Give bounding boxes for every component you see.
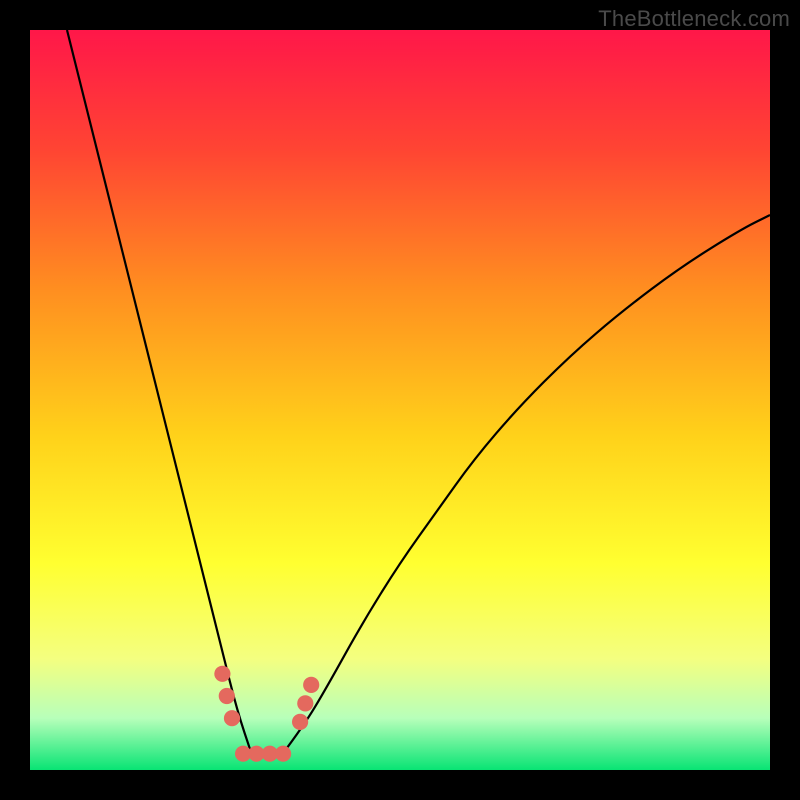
gradient-background <box>30 30 770 770</box>
plot-area <box>30 30 770 770</box>
watermark-text: TheBottleneck.com <box>598 6 790 32</box>
bottleneck-chart <box>30 30 770 770</box>
data-marker <box>275 746 291 762</box>
data-marker <box>292 714 308 730</box>
data-marker <box>224 710 240 726</box>
data-marker <box>219 688 235 704</box>
data-marker <box>297 695 313 711</box>
data-marker <box>303 677 319 693</box>
data-marker <box>214 666 230 682</box>
chart-frame: TheBottleneck.com <box>0 0 800 800</box>
